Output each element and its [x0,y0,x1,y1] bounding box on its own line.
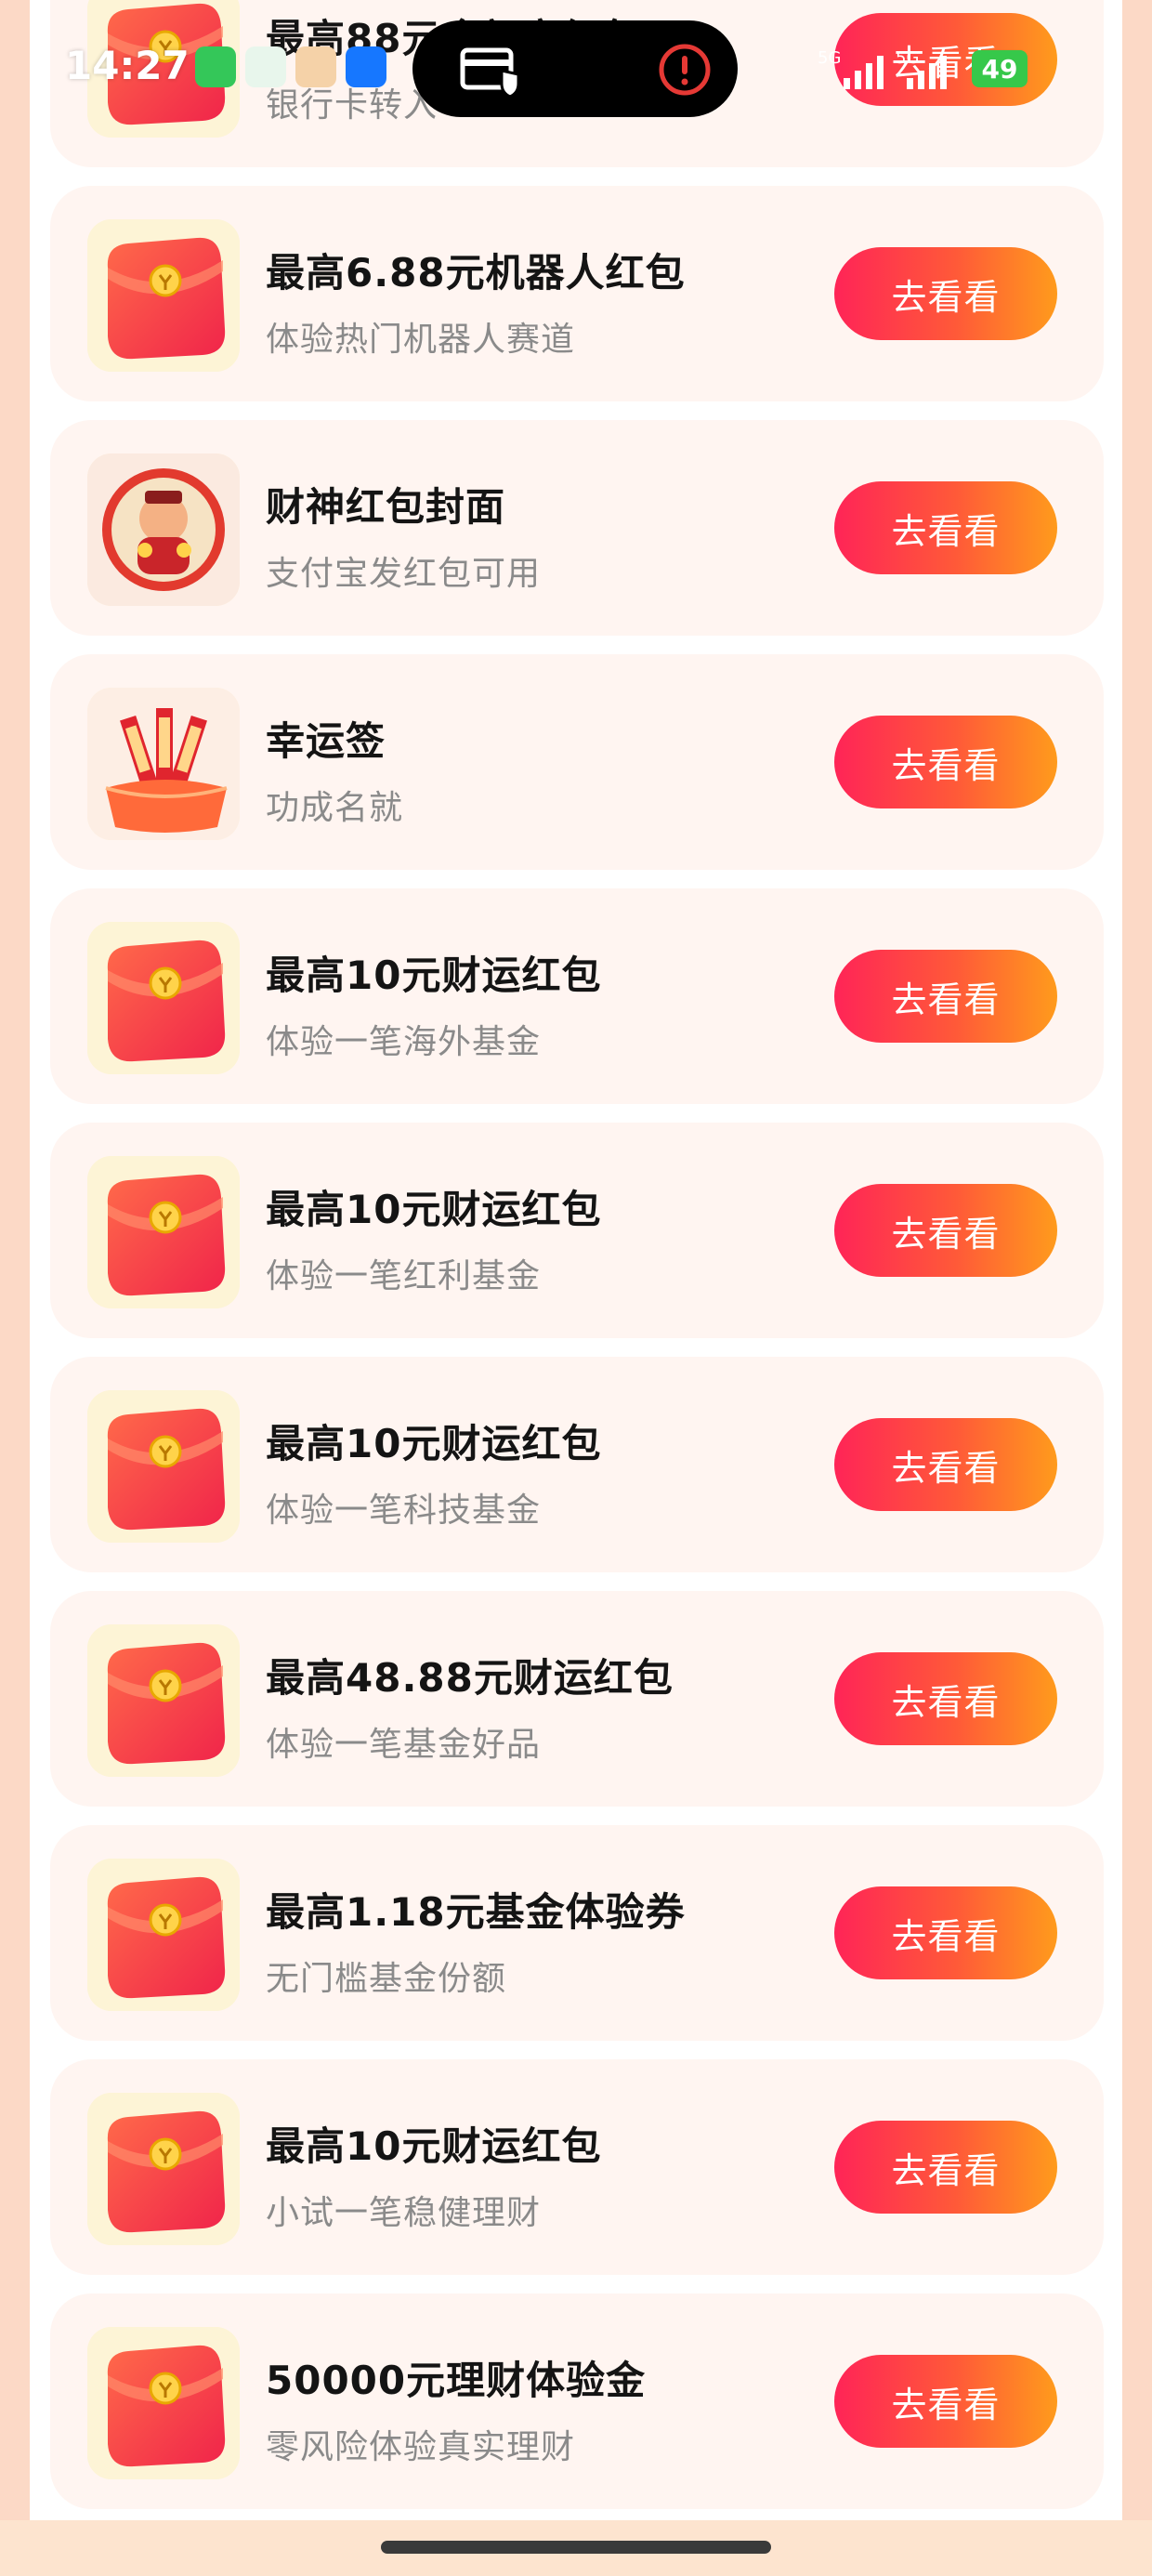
alert-icon [659,44,711,96]
offer-subtitle: 体验一笔海外基金 [266,1023,542,1061]
offer-card[interactable]: 最高1.18元基金体验券无门槛基金份额 去看看 [50,1825,1104,2041]
offer-thumbnail [87,2093,240,2245]
view-offer-button[interactable]: 去看看 [834,1652,1057,1745]
offer-card[interactable]: 50000元理财体验金零风险体验真实理财 去看看 [50,2293,1104,2509]
offer-thumbnail [87,688,240,840]
red-envelope-icon [87,2093,240,2245]
battery-indicator: 49 [972,50,1028,87]
offer-card[interactable]: 财神红包封面支付宝发红包可用 去看看 [50,420,1104,636]
offer-thumbnail [87,922,240,1074]
dynamic-island[interactable] [412,20,738,117]
offer-title: 幸运签 [266,718,386,764]
offer-thumbnail [87,2327,240,2479]
offer-card[interactable]: 最高10元财运红包体验一笔海外基金 去看看 [50,888,1104,1104]
status-time: 14:27 [65,43,190,88]
view-offer-button[interactable]: 去看看 [834,950,1057,1043]
offer-subtitle: 功成名就 [266,789,404,827]
offer-card[interactable]: 最高48.88元财运红包体验一笔基金好品 去看看 [50,1591,1104,1807]
offer-card[interactable]: 最高10元财运红包体验一笔科技基金 去看看 [50,1357,1104,1572]
offer-title: 最高10元财运红包 [266,953,602,998]
offer-title: 财神红包封面 [266,484,506,530]
offer-thumbnail [87,1390,240,1543]
offer-subtitle: 体验一笔基金好品 [266,1726,542,1764]
notification-app-icons [195,46,386,91]
offer-title: 最高6.88元机器人红包 [266,250,686,296]
offer-thumbnail [87,453,240,606]
offer-title: 最高10元财运红包 [266,2123,602,2169]
lucky-sticks-icon [87,688,240,840]
red-envelope-icon [87,1624,240,1777]
messages-app-icon [195,46,236,87]
view-offer-button[interactable]: 去看看 [834,2355,1057,2448]
meituan-app-icon [295,46,336,87]
offer-card[interactable]: 幸运签功成名就 去看看 [50,654,1104,870]
view-offer-button[interactable]: 去看看 [834,247,1057,340]
signal-icon: 5G 5G [818,48,947,89]
red-envelope-icon [87,1859,240,2011]
anjuke-app-icon [245,46,286,87]
offer-card[interactable]: 最高10元财运红包体验一笔红利基金 去看看 [50,1123,1104,1338]
offer-title: 最高1.18元基金体验券 [266,1889,686,1935]
offer-subtitle: 无门槛基金份额 [266,1960,507,1998]
offer-subtitle: 体验一笔红利基金 [266,1257,542,1295]
view-offer-button[interactable]: 去看看 [834,716,1057,808]
view-offer-button[interactable]: 去看看 [834,1418,1057,1511]
network-label-2: 5G [896,48,919,68]
offer-subtitle: 体验一笔科技基金 [266,1492,542,1530]
offer-subtitle: 小试一笔稳健理财 [266,2194,542,2232]
view-offer-button[interactable]: 去看看 [834,481,1057,574]
offer-title: 50000元理财体验金 [266,2358,647,2403]
status-bar: 14:27 5G 5G 49 [0,0,1152,139]
offer-thumbnail [87,1624,240,1777]
home-indicator[interactable] [381,2541,771,2554]
offer-title: 最高10元财运红包 [266,1421,602,1466]
view-offer-button[interactable]: 去看看 [834,1886,1057,1979]
view-offer-button[interactable]: 去看看 [834,1184,1057,1277]
offer-subtitle: 支付宝发红包可用 [266,555,542,593]
offer-subtitle: 体验热门机器人赛道 [266,321,576,359]
card-shield-icon [460,47,520,97]
alipay-app-icon [346,46,386,87]
offer-title: 最高10元财运红包 [266,1187,602,1232]
red-envelope-icon [87,219,240,372]
red-envelope-icon [87,2327,240,2479]
offer-title: 最高48.88元财运红包 [266,1655,674,1701]
offer-card[interactable]: 最高10元财运红包小试一笔稳健理财 去看看 [50,2059,1104,2275]
offer-subtitle: 零风险体验真实理财 [266,2428,576,2466]
network-label-1: 5G [818,48,841,68]
red-envelope-icon [87,922,240,1074]
view-offer-button[interactable]: 去看看 [834,2121,1057,2214]
god-of-wealth-cover-icon [87,453,240,606]
red-envelope-icon [87,1156,240,1308]
offer-card[interactable]: 最高6.88元机器人红包体验热门机器人赛道 去看看 [50,186,1104,401]
offer-thumbnail [87,1156,240,1308]
offer-thumbnail [87,219,240,372]
red-envelope-icon [87,1390,240,1543]
offer-thumbnail [87,1859,240,2011]
